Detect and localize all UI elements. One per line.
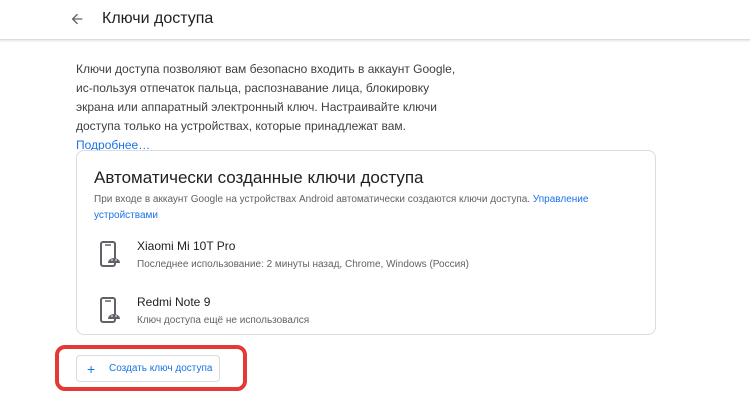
device-item[interactable]: Xiaomi Mi 10T Pro Последнее использовани…	[99, 239, 639, 275]
page-header: Ключи доступа	[0, 0, 750, 40]
arrow-back-icon	[71, 13, 83, 25]
android-phone-icon	[100, 297, 120, 323]
create-passkey-label: Создать ключ доступа	[109, 363, 213, 374]
page-title: Ключи доступа	[102, 10, 214, 27]
intro-paragraph: Ключи доступа позволяют вам безопасно вх…	[76, 60, 460, 155]
back-button[interactable]	[66, 8, 88, 30]
device-item[interactable]: Redmi Note 9 Ключ доступа ещё не использ…	[99, 295, 639, 331]
card-description: При входе в аккаунт Google на устройства…	[94, 192, 604, 224]
android-phone-icon	[100, 241, 120, 267]
plus-icon: +	[87, 360, 96, 377]
auto-passkeys-card: Автоматически созданные ключи доступа Пр…	[76, 150, 656, 335]
device-name: Xiaomi Mi 10T Pro	[137, 239, 236, 253]
intro-text: Ключи доступа позволяют вам безопасно вх…	[76, 62, 456, 133]
card-title: Автоматически созданные ключи доступа	[94, 168, 424, 187]
device-last-used: Последнее использование: 2 минуты назад,…	[137, 259, 469, 270]
card-description-text: При входе в аккаунт Google на устройства…	[94, 194, 531, 205]
create-passkey-button[interactable]: + Создать ключ доступа	[76, 355, 220, 382]
device-last-used: Ключ доступа ещё не использовался	[137, 315, 310, 326]
device-name: Redmi Note 9	[137, 295, 211, 309]
